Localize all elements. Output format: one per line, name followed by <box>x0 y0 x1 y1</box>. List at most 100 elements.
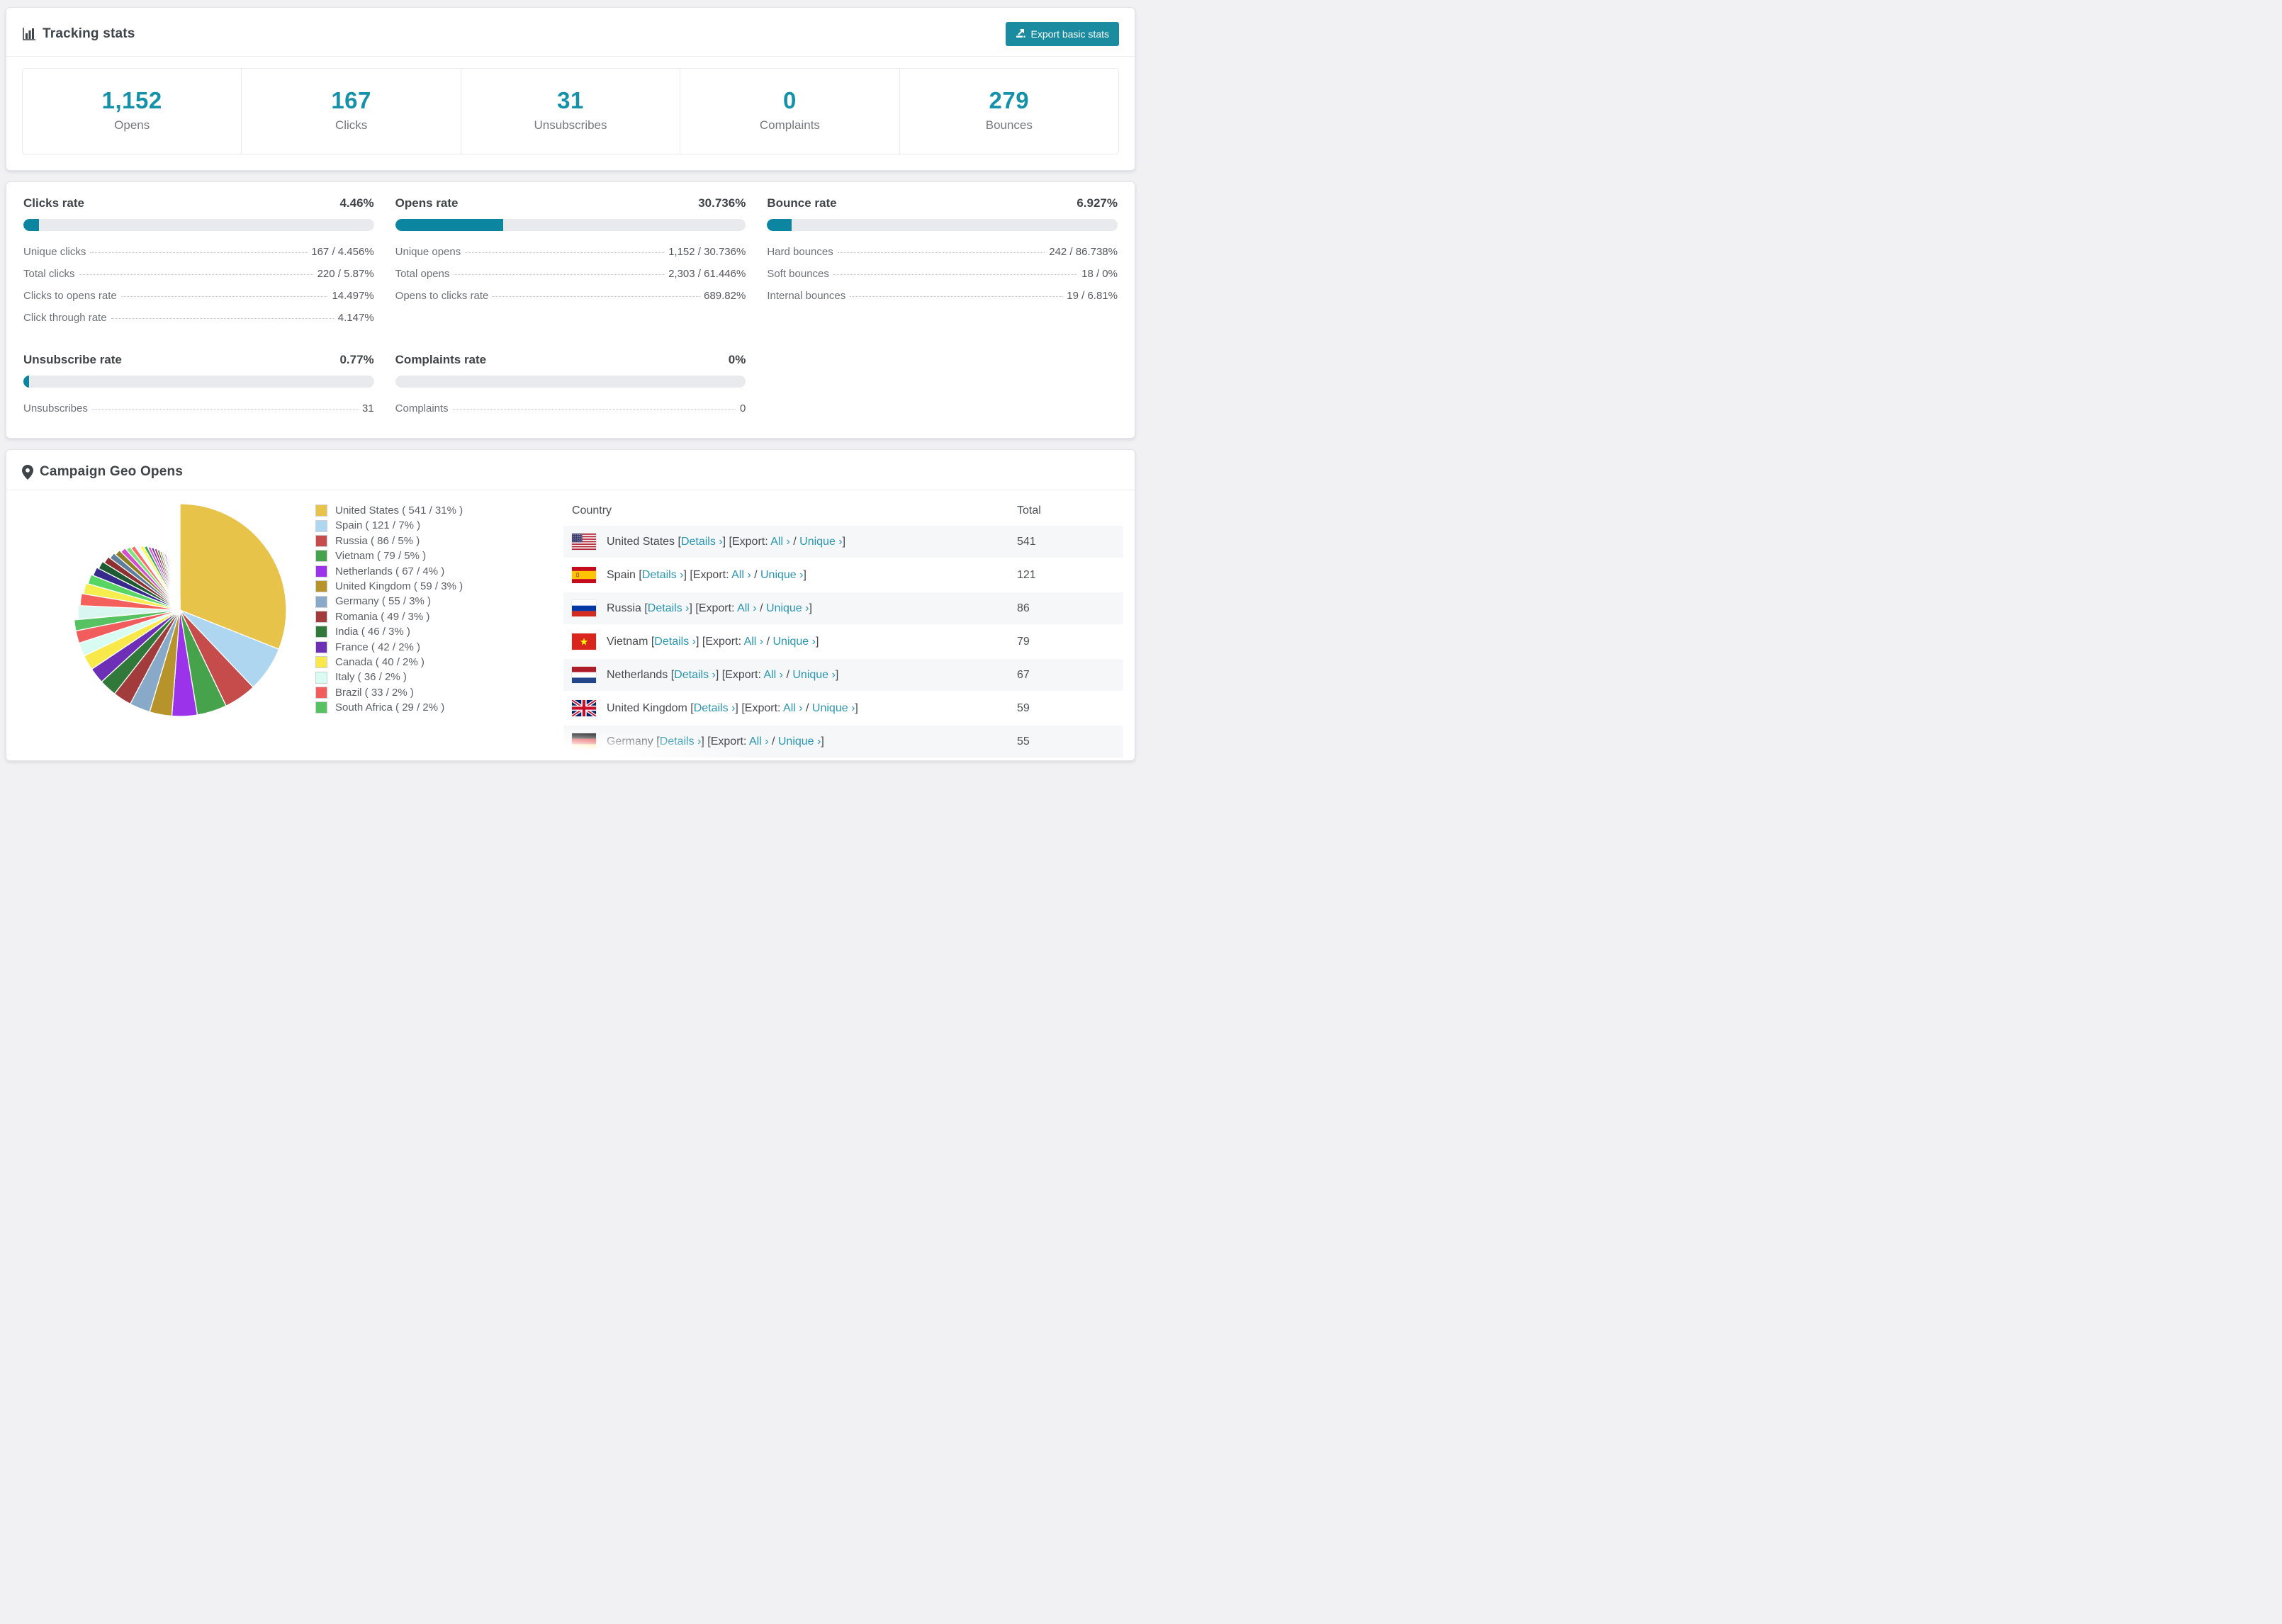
export-all-link[interactable]: All › <box>737 602 757 614</box>
stat-cell-bounces: 279 Bounces <box>900 69 1118 154</box>
export-unique-link[interactable]: Unique › <box>792 669 835 681</box>
flag-us-icon <box>572 534 596 550</box>
flag-es-icon <box>572 567 596 583</box>
rate-stat-value: 167 / 4.456% <box>311 246 374 258</box>
export-unique-link[interactable]: Unique › <box>760 569 803 581</box>
rate-title: Complaints rate <box>395 353 487 366</box>
legend-swatch <box>315 535 327 548</box>
rate-progress-track <box>395 376 746 388</box>
details-link[interactable]: Details › <box>654 636 696 648</box>
dotted-leader <box>79 274 313 275</box>
rate-title: Unsubscribe rate <box>23 353 122 366</box>
export-all-link[interactable]: All › <box>731 569 751 581</box>
details-link[interactable]: Details › <box>648 602 690 614</box>
legend-item: Russia ( 86 / 5% ) <box>315 534 563 548</box>
export-prefix: Export: <box>744 701 781 714</box>
export-unique-link[interactable]: Unique › <box>812 702 855 714</box>
legend-label: Canada ( 40 / 2% ) <box>335 656 425 669</box>
rate-stat-value: 18 / 0% <box>1081 268 1118 280</box>
flag-nl-icon <box>572 667 596 683</box>
country-cell: Vietnam [Details ›] [Export: All › / Uni… <box>607 635 819 648</box>
legend-swatch <box>315 565 327 577</box>
legend-swatch <box>315 595 327 608</box>
legend-swatch <box>315 504 327 517</box>
rate-stat-label: Click through rate <box>23 312 107 324</box>
details-link[interactable]: Details › <box>694 702 736 714</box>
legend-swatch <box>315 611 327 624</box>
rates-card: Clicks rate 4.46% Unique clicks 167 / 4.456… <box>6 181 1135 439</box>
flag-gb-icon <box>572 700 596 716</box>
total-cell: 59 <box>1017 701 1030 714</box>
export-unique-link[interactable]: Unique › <box>778 735 821 748</box>
rate-stat-value: 4.147% <box>337 312 374 324</box>
export-all-link[interactable]: All › <box>749 735 769 748</box>
stat-cell-clicks: 167 Clicks <box>242 69 461 154</box>
rate-stat-label: Complaints <box>395 402 449 415</box>
country-cell: United Kingdom [Details ›] [Export: All … <box>607 701 858 714</box>
dotted-leader <box>91 409 358 410</box>
legend-item: Netherlands ( 67 / 4% ) <box>315 564 563 579</box>
legend-label: Brazil ( 33 / 2% ) <box>335 686 414 699</box>
export-all-link[interactable]: All › <box>744 636 764 648</box>
stat-label: Unsubscribes <box>534 118 607 132</box>
geo-table-row-es: Spain [Details ›] [Export: All › / Uniqu… <box>563 559 1123 592</box>
header-divider <box>6 56 1135 57</box>
export-prefix: Export: <box>710 735 747 748</box>
rate-stat-label: Unsubscribes <box>23 402 88 415</box>
export-prefix: Export: <box>725 668 761 681</box>
country-name: Spain <box>607 568 636 581</box>
tracking-stats-title: Tracking stats <box>22 26 135 42</box>
export-unique-link[interactable]: Unique › <box>766 602 809 614</box>
legend-item: Spain ( 121 / 7% ) <box>315 518 563 533</box>
campaign-geo-opens-card: Campaign Geo Opens United States ( 541 /… <box>6 449 1135 761</box>
export-unique-link[interactable]: Unique › <box>799 536 842 548</box>
export-all-link[interactable]: All › <box>770 536 790 548</box>
rate-stat-value: 2,303 / 61.446% <box>668 268 746 280</box>
rate-section-complaints-rate: Complaints rate 0% Complaints 0 <box>395 353 746 419</box>
rate-stat-value: 242 / 86.738% <box>1049 246 1118 258</box>
rate-stat-row: Unsubscribes 31 <box>23 397 374 419</box>
stat-cell-opens: 1,152 Opens <box>23 69 242 154</box>
bar-chart-icon <box>22 27 36 41</box>
country-name: Netherlands <box>607 668 668 681</box>
details-link[interactable]: Details › <box>660 735 702 748</box>
rate-stat-row: Complaints 0 <box>395 397 746 419</box>
export-all-link[interactable]: All › <box>783 702 803 714</box>
geo-legend: United States ( 541 / 31% ) Spain ( 121 /… <box>315 503 563 759</box>
rate-stat-row: Hard bounces 242 / 86.738% <box>767 241 1118 263</box>
details-link[interactable]: Details › <box>642 569 684 581</box>
flag-ru-icon <box>572 600 596 616</box>
map-pin-icon <box>22 464 33 480</box>
stat-label: Bounces <box>985 118 1033 132</box>
legend-item: Canada ( 40 / 2% ) <box>315 655 563 670</box>
dotted-leader <box>850 296 1063 297</box>
geo-pie-chart <box>23 495 315 759</box>
legend-item: Italy ( 36 / 2% ) <box>315 670 563 684</box>
export-unique-link[interactable]: Unique › <box>772 636 815 648</box>
rate-stat-row: Unique opens 1,152 / 30.736% <box>395 241 746 263</box>
rate-stat-label: Opens to clicks rate <box>395 290 489 302</box>
country-column-header: Country <box>572 504 612 517</box>
rate-value: 4.46% <box>339 196 374 210</box>
rate-title: Opens rate <box>395 196 459 210</box>
geo-table-header: Country Total <box>563 496 1123 526</box>
export-basic-stats-button[interactable]: Export basic stats <box>1005 22 1119 46</box>
rate-stat-label: Hard bounces <box>767 246 833 258</box>
rate-stat-value: 0 <box>739 402 746 415</box>
rate-value: 0% <box>728 353 746 366</box>
rate-title: Clicks rate <box>23 196 84 210</box>
geo-title: Campaign Geo Opens <box>22 464 183 480</box>
dotted-leader <box>465 252 665 253</box>
legend-label: Russia ( 86 / 5% ) <box>335 534 420 547</box>
details-link[interactable]: Details › <box>681 536 723 548</box>
rate-stat-value: 14.497% <box>332 290 374 302</box>
rate-stat-value: 689.82% <box>704 290 746 302</box>
legend-label: Vietnam ( 79 / 5% ) <box>335 550 427 563</box>
country-name: United States <box>607 535 675 548</box>
export-all-link[interactable]: All › <box>763 669 783 681</box>
dotted-leader <box>452 409 736 410</box>
country-cell: Russia [Details ›] [Export: All › / Uniq… <box>607 602 812 614</box>
details-link[interactable]: Details › <box>674 669 716 681</box>
legend-swatch <box>315 641 327 653</box>
rates-grid: Clicks rate 4.46% Unique clicks 167 / 4.456… <box>23 196 1118 419</box>
